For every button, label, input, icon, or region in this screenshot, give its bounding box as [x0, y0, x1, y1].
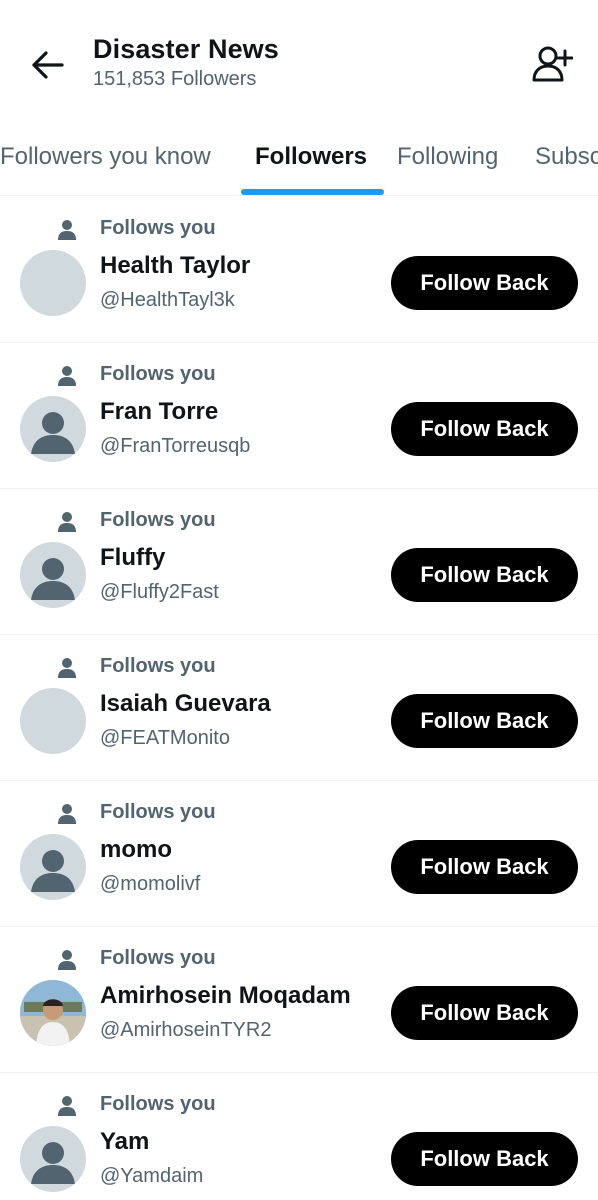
person-icon — [58, 658, 76, 678]
follows-you-label: Follows you — [100, 947, 216, 969]
list-item[interactable]: Follows you Amirhosein Moqadam @Amirhosein… — [0, 927, 598, 1073]
tab-bar: Followers you know Followers Following S… — [0, 128, 598, 196]
user-name[interactable]: Fluffy — [100, 544, 165, 572]
avatar[interactable] — [20, 542, 86, 608]
avatar[interactable] — [20, 250, 86, 316]
follow-back-button[interactable]: Follow Back — [391, 548, 578, 602]
person-icon — [58, 804, 76, 824]
user-name[interactable]: Fran Torre — [100, 398, 218, 426]
avatar[interactable] — [20, 1126, 86, 1192]
user-handle: @FEATMonito — [100, 727, 230, 749]
person-icon — [58, 950, 76, 970]
avatar[interactable] — [20, 834, 86, 900]
person-icon — [58, 512, 76, 532]
user-name[interactable]: Health Taylor — [100, 252, 250, 280]
header: Disaster News 151,853 Followers — [0, 0, 598, 128]
person-add-icon — [532, 46, 573, 82]
list-item[interactable]: Follows you Isaiah Guevara @FEATMonito Foll… — [0, 635, 598, 781]
user-name[interactable]: Yam — [100, 1128, 149, 1156]
list-item[interactable]: Follows you Yam @Yamdaim Follow Back — [0, 1073, 598, 1200]
follower-list: Follows you Health Taylor @HealthTayl3k Fol… — [0, 197, 598, 1200]
list-item[interactable]: Follows you Health Taylor @HealthTayl3k Fol… — [0, 197, 598, 343]
add-user-button[interactable] — [528, 42, 576, 86]
follow-back-button[interactable]: Follow Back — [391, 1132, 578, 1186]
avatar[interactable] — [20, 980, 86, 1046]
follow-back-button[interactable]: Follow Back — [391, 840, 578, 894]
user-handle: @FranTorreusqb — [100, 435, 251, 457]
tab-following[interactable]: Following — [397, 128, 498, 195]
followers-count: 151,853 Followers — [93, 68, 257, 90]
follow-back-button[interactable]: Follow Back — [391, 402, 578, 456]
follow-back-button[interactable]: Follow Back — [391, 694, 578, 748]
tab-subscriptions[interactable]: Subscriptions — [535, 128, 598, 195]
follows-you-label: Follows you — [100, 1093, 216, 1115]
user-name[interactable]: Amirhosein Moqadam — [100, 982, 351, 1010]
back-button[interactable] — [26, 44, 68, 86]
list-item[interactable]: Follows you Fran Torre @FranTorreusqb Follo… — [0, 343, 598, 489]
user-name[interactable]: Isaiah Guevara — [100, 690, 271, 718]
tab-followers-you-know[interactable]: Followers you know — [0, 128, 211, 195]
follows-you-label: Follows you — [100, 363, 216, 385]
follows-you-label: Follows you — [100, 801, 216, 823]
user-handle: @Yamdaim — [100, 1165, 204, 1187]
tab-followers[interactable]: Followers — [255, 128, 367, 195]
avatar[interactable] — [20, 688, 86, 754]
user-name[interactable]: momo — [100, 836, 172, 864]
page-title: Disaster News — [93, 34, 279, 64]
follow-back-button[interactable]: Follow Back — [391, 256, 578, 310]
user-handle: @AmirhoseinTYR2 — [100, 1019, 272, 1041]
follows-you-label: Follows you — [100, 217, 216, 239]
arrow-left-icon — [32, 51, 64, 79]
follows-you-label: Follows you — [100, 655, 216, 677]
person-icon — [58, 220, 76, 240]
list-item[interactable]: Follows you momo @momolivf Follow Back — [0, 781, 598, 927]
person-icon — [58, 366, 76, 386]
user-handle: @Fluffy2Fast — [100, 581, 219, 603]
follow-back-button[interactable]: Follow Back — [391, 986, 578, 1040]
user-handle: @HealthTayl3k — [100, 289, 235, 311]
avatar[interactable] — [20, 396, 86, 462]
user-handle: @momolivf — [100, 873, 201, 895]
active-tab-indicator — [241, 189, 384, 195]
follows-you-label: Follows you — [100, 509, 216, 531]
person-icon — [58, 1096, 76, 1116]
list-item[interactable]: Follows you Fluffy @Fluffy2Fast Follow Back — [0, 489, 598, 635]
